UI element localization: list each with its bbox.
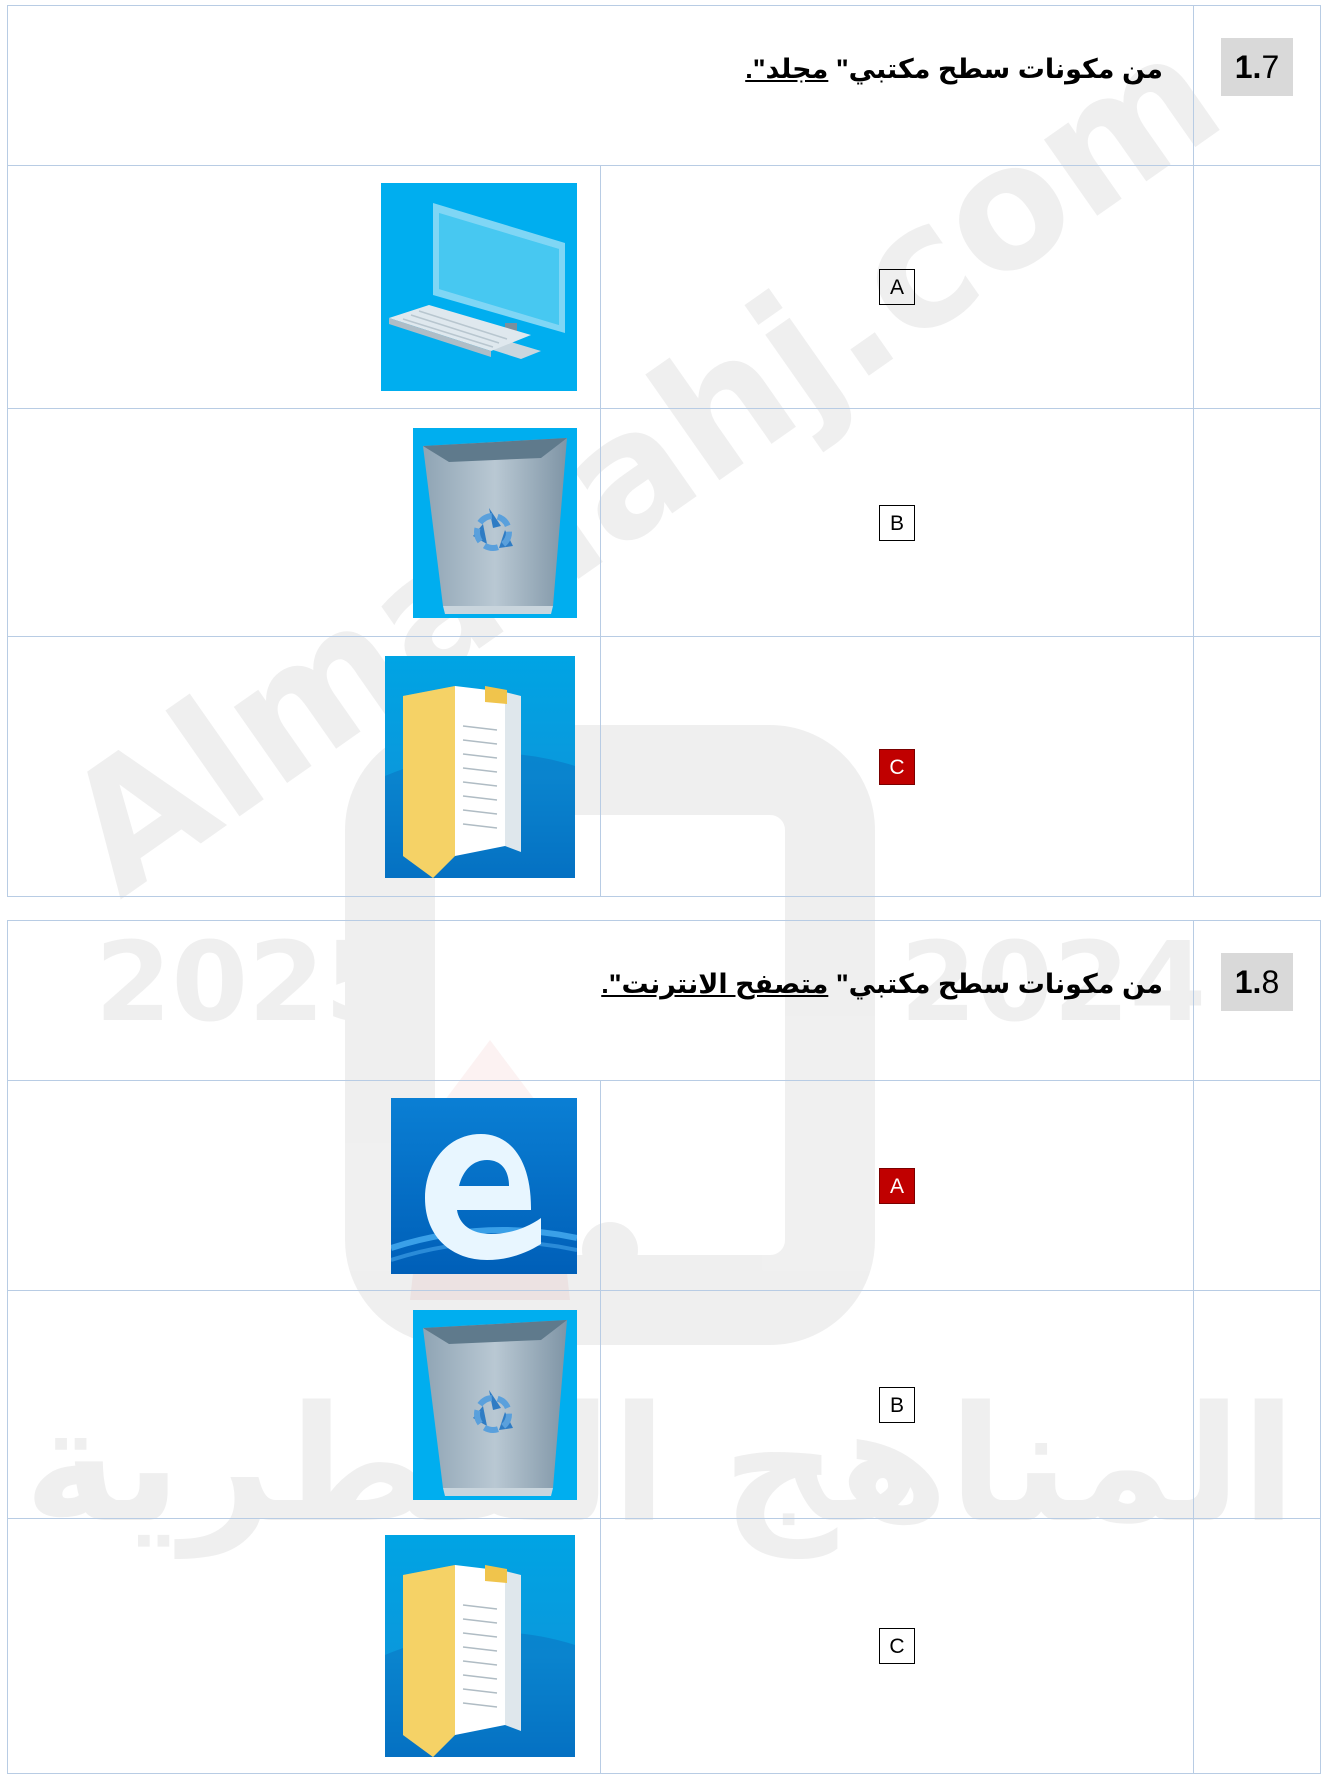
empty-cell	[1193, 165, 1321, 409]
question-number: 1.8	[1221, 953, 1293, 1011]
option-image-cell	[7, 1290, 601, 1519]
option-letter-cell: A	[600, 1080, 1194, 1291]
question-number: 1.7	[1221, 38, 1293, 96]
option-image-cell	[7, 408, 601, 637]
question-text-prefix: من مكونات سطح مكتبي"	[835, 54, 1163, 84]
question-number-cell: 1.8	[1193, 920, 1321, 1081]
question-text: من مكونات سطح مكتبي" متصفح الانترنت".	[8, 964, 1163, 1004]
empty-cell	[1193, 408, 1321, 637]
file-explorer-folder-icon[interactable]	[385, 1535, 575, 1757]
question-text-cell: من مكونات سطح مكتبي" مجلد".	[7, 5, 1194, 166]
option-image-cell	[7, 165, 601, 409]
this-pc-icon[interactable]	[381, 183, 577, 391]
question-text-target: متصفح الانترنت".	[601, 969, 829, 999]
option-letter-a[interactable]: A	[879, 269, 915, 305]
option-letter-cell: B	[600, 1290, 1194, 1519]
option-letter-b[interactable]: B	[879, 504, 915, 541]
option-letter-cell: C	[600, 1518, 1194, 1774]
option-letter-cell: B	[600, 408, 1194, 637]
question-text: من مكونات سطح مكتبي" مجلد".	[8, 49, 1163, 89]
question-text-target: مجلد".	[745, 54, 829, 84]
file-explorer-folder-icon[interactable]	[385, 656, 575, 878]
empty-cell	[1193, 1518, 1321, 1774]
empty-cell	[1193, 1290, 1321, 1519]
option-letter-c[interactable]: C	[879, 1628, 915, 1664]
question-table: من مكونات سطح مكتبي" متصفح الانترنت". 1.…	[7, 920, 1321, 1774]
option-letter-c-correct[interactable]: C	[879, 748, 915, 785]
option-image-cell	[7, 1080, 601, 1291]
empty-cell	[1193, 1080, 1321, 1291]
question-text-cell: من مكونات سطح مكتبي" متصفح الانترنت".	[7, 920, 1194, 1081]
recycle-bin-icon[interactable]	[413, 428, 577, 618]
option-image-cell	[7, 636, 601, 897]
option-letter-cell: C	[600, 636, 1194, 897]
question-text-prefix: من مكونات سطح مكتبي"	[835, 969, 1163, 999]
edge-browser-icon[interactable]	[391, 1098, 577, 1274]
question-table: من مكونات سطح مكتبي" مجلد". 1.7 A B C	[7, 5, 1321, 897]
empty-cell	[1193, 636, 1321, 897]
option-letter-cell: A	[600, 165, 1194, 409]
option-image-cell	[7, 1518, 601, 1774]
option-letter-a-correct[interactable]: A	[879, 1167, 915, 1204]
option-letter-b[interactable]: B	[879, 1386, 915, 1423]
recycle-bin-icon[interactable]	[413, 1310, 577, 1500]
question-number-cell: 1.7	[1193, 5, 1321, 166]
